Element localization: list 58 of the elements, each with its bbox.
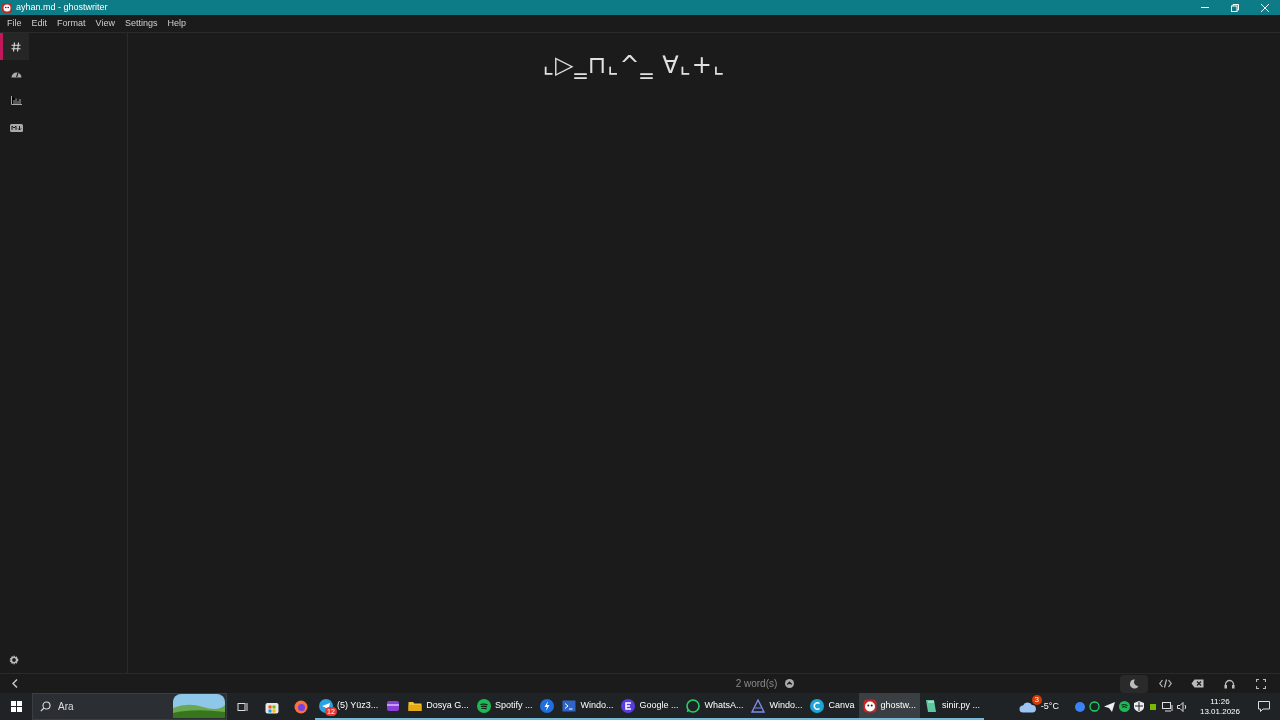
bar-chart-icon xyxy=(10,96,22,105)
clock-date[interactable]: 13.01.2026 xyxy=(1199,706,1240,717)
editor-text: ⌞▷‗⊓⌞^‗ ∀⌞+⌞ xyxy=(542,50,726,81)
taskbar-app[interactable]: Windo... xyxy=(558,693,618,720)
bolt-app-icon xyxy=(540,698,555,713)
menu-item[interactable]: Settings xyxy=(119,15,163,32)
menu-item[interactable]: Help xyxy=(162,15,191,32)
notification-icon[interactable] xyxy=(1258,701,1270,712)
taskbar-app[interactable]: Dosya G... xyxy=(404,693,473,720)
taskbar-app[interactable]: Windo... xyxy=(747,693,807,720)
headphones-icon xyxy=(1223,678,1235,689)
code-icon xyxy=(1158,679,1172,688)
markdown-icon xyxy=(9,123,23,132)
menu-item[interactable]: Edit xyxy=(26,15,53,32)
speaker-icon[interactable] xyxy=(1176,701,1188,712)
moon-icon xyxy=(1129,678,1139,689)
fullscreen-icon xyxy=(1256,678,1266,689)
sidebar-tab[interactable] xyxy=(0,33,29,60)
ghost-app-icon xyxy=(862,698,877,713)
taskbar-app[interactable]: sinir.py ... xyxy=(920,693,985,720)
taskbar-app[interactable]: Google ... xyxy=(617,693,683,720)
window-title: ayhan.md - ghostwriter xyxy=(16,0,108,14)
close-icon xyxy=(1261,3,1269,12)
hash-icon xyxy=(11,41,21,52)
menu-item[interactable]: File xyxy=(2,15,27,32)
circle-icon[interactable] xyxy=(1074,701,1085,712)
minimize-icon xyxy=(1201,7,1209,8)
taskbar-app[interactable]: WhatsA... xyxy=(682,693,748,720)
cloud-icon xyxy=(1018,700,1037,713)
notes-app-icon xyxy=(924,698,939,713)
word-count: 2 word(s) xyxy=(735,677,778,691)
paper-plane-icon[interactable] xyxy=(1103,701,1115,712)
backspace-icon xyxy=(1190,679,1204,688)
terminal-app-icon xyxy=(562,698,577,713)
taskbar-app[interactable]: Spotify ... xyxy=(472,693,537,720)
chip-icon[interactable] xyxy=(1147,701,1158,712)
clock-time[interactable]: 11:26 xyxy=(1210,696,1230,707)
menu-item[interactable]: Format xyxy=(52,15,91,32)
sound-waves-icon[interactable] xyxy=(1118,701,1130,712)
network-icon[interactable] xyxy=(1161,701,1173,712)
restore-icon xyxy=(1231,3,1239,12)
ghost-icon xyxy=(2,2,12,13)
temperature: -5°C xyxy=(1040,699,1059,713)
shield-icon[interactable] xyxy=(1133,701,1144,712)
menu-item[interactable]: View xyxy=(90,15,120,32)
clapper-app-icon xyxy=(386,698,401,713)
weather-badge: 3 xyxy=(1031,694,1042,705)
task-view-icon[interactable] xyxy=(236,701,248,712)
up-arrow-circle-icon[interactable] xyxy=(785,679,795,688)
dark-mode-button[interactable] xyxy=(1120,674,1148,693)
chevron-left-icon xyxy=(12,679,18,688)
landscape-drawing xyxy=(173,694,225,718)
settings-icon[interactable] xyxy=(9,655,19,665)
taskbar-app[interactable]: ghostw... xyxy=(858,693,921,720)
search-icon xyxy=(40,701,51,712)
taskbar-app[interactable]: Canva xyxy=(806,693,859,720)
chat-bubble-icon[interactable] xyxy=(1088,701,1100,712)
fox-browser-icon[interactable] xyxy=(294,699,308,714)
